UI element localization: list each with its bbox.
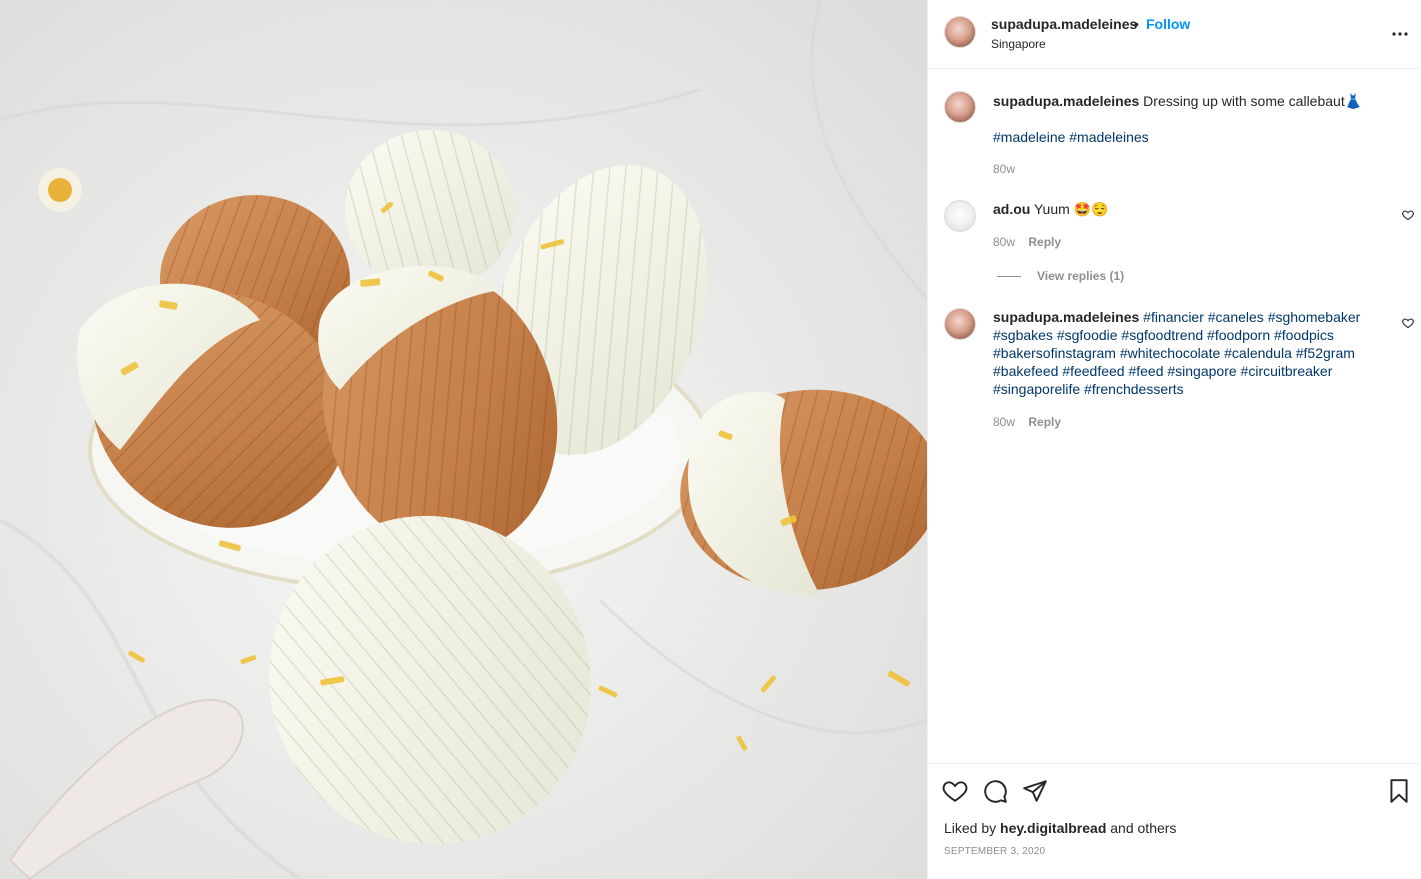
comment-avatar[interactable] (944, 200, 976, 232)
reply-button[interactable]: Reply (1028, 235, 1061, 249)
liked-prefix: Liked by (944, 820, 997, 836)
more-options-icon[interactable] (1388, 22, 1412, 46)
caption-body: Dressing up with some callebaut👗 (1143, 93, 1363, 109)
view-replies-line (997, 276, 1021, 278)
comment-hashtags-line[interactable]: #financier #caneles #sghomebaker (1143, 309, 1360, 325)
reply-button[interactable]: Reply (1028, 415, 1061, 429)
comment-meta: 80w Reply (993, 415, 1061, 429)
comment-hashtags-line[interactable]: #bakersofinstagram #whitechocolate #cale… (993, 345, 1355, 361)
comment-text: supadupa.madeleines #financier #caneles … (993, 308, 1393, 398)
heart-icon[interactable] (942, 778, 968, 804)
author-avatar[interactable] (944, 16, 976, 48)
post-sidebar: supadupa.madeleines • Follow Singapore s… (927, 0, 1421, 879)
share-icon[interactable] (1022, 778, 1048, 804)
comment-body: Yuum 🤩😌 (1033, 201, 1109, 217)
view-replies-label: View replies (1) (1037, 269, 1125, 283)
flower-decoration (38, 168, 82, 212)
like-comment-heart-icon[interactable] (1402, 209, 1414, 221)
liked-suffix[interactable]: and others (1110, 820, 1176, 836)
likes-summary: Liked by hey.digitalbread and others (944, 820, 1176, 836)
comment-username[interactable]: ad.ou (993, 201, 1030, 217)
caption-text: supadupa.madeleines Dressing up with som… (993, 92, 1393, 110)
comment-avatar[interactable] (944, 308, 976, 340)
caption-age: 80w (993, 162, 1016, 176)
instagram-post-modal: supadupa.madeleines • Follow Singapore s… (0, 0, 1421, 879)
comments-list[interactable]: supadupa.madeleines Dressing up with som… (928, 69, 1421, 763)
post-header: supadupa.madeleines • Follow Singapore (928, 0, 1421, 69)
comment-icon[interactable] (982, 778, 1008, 804)
comment-age: 80w (993, 415, 1016, 429)
follow-button[interactable]: Follow (1146, 16, 1190, 32)
view-replies-button[interactable]: View replies (1) (997, 269, 1124, 283)
header-separator: • (1134, 16, 1139, 32)
comment-meta: 80w Reply (993, 235, 1061, 249)
author-username[interactable]: supadupa.madeleines (991, 16, 1137, 32)
madeleines-image (0, 0, 927, 879)
caption-hashtags[interactable]: #madeleine #madeleines (993, 128, 1393, 146)
post-date[interactable]: SEPTEMBER 3, 2020 (944, 846, 1045, 857)
comment-hashtags-line[interactable]: #singaporelife #frenchdesserts (993, 381, 1184, 397)
post-photo[interactable] (0, 0, 927, 879)
comment-username[interactable]: supadupa.madeleines (993, 309, 1139, 325)
like-comment-heart-icon[interactable] (1402, 317, 1414, 329)
comment-text: ad.ou Yuum 🤩😌 (993, 200, 1393, 218)
post-actions: Liked by hey.digitalbread and others SEP… (928, 763, 1421, 879)
comment-age: 80w (993, 235, 1016, 249)
comment-hashtags-line[interactable]: #sgbakes #sgfoodie #sgfoodtrend #foodpor… (993, 327, 1334, 343)
caption-avatar[interactable] (944, 91, 976, 123)
bookmark-icon[interactable] (1386, 778, 1412, 804)
liked-user[interactable]: hey.digitalbread (1000, 820, 1106, 836)
post-location[interactable]: Singapore (991, 37, 1046, 51)
caption-username[interactable]: supadupa.madeleines (993, 93, 1139, 109)
comment-hashtags-line[interactable]: #bakefeed #feedfeed #feed #singapore #ci… (993, 363, 1332, 379)
